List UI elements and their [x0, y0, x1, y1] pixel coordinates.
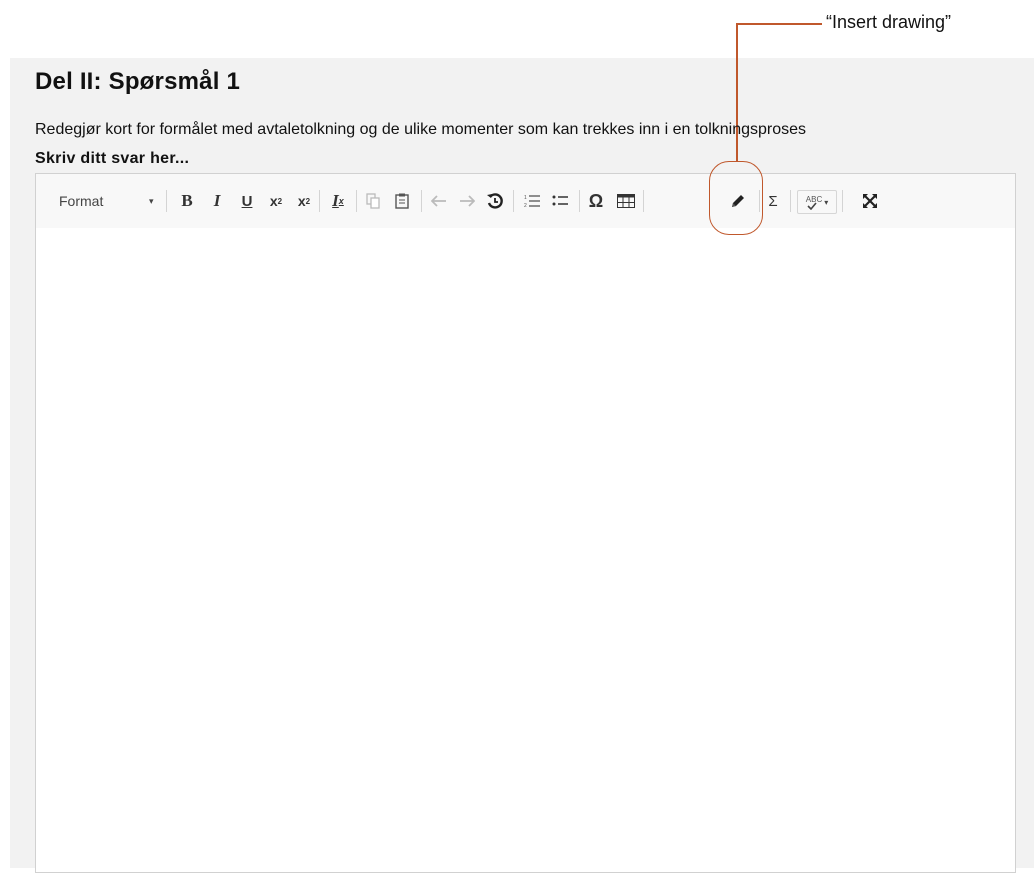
- chevron-down-icon: ▾: [824, 197, 829, 207]
- toolbar-divider: [790, 190, 791, 212]
- history-icon[interactable]: [483, 189, 507, 213]
- numbered-list-glyph: 12: [524, 195, 540, 208]
- bold-button[interactable]: B: [176, 189, 198, 213]
- undo-icon[interactable]: [428, 189, 450, 213]
- copy-icon-glyph: [366, 193, 380, 209]
- editor-content-area[interactable]: [36, 228, 1015, 872]
- editor-toolbar: Format ▾ B I U x2 x2 Ix 1 2 Ω Σ ABC ▾: [36, 174, 1015, 229]
- italic-button[interactable]: I: [206, 189, 228, 213]
- checkmark-icon: [807, 202, 817, 210]
- table-glyph: [617, 194, 635, 208]
- spellcheck-dropdown[interactable]: ABC ▾: [797, 190, 837, 214]
- numbered-list-icon[interactable]: 12: [520, 189, 544, 213]
- redo-icon[interactable]: [456, 189, 478, 213]
- sigma-button[interactable]: Σ: [763, 189, 783, 213]
- remove-format-i: I: [332, 191, 339, 210]
- subscript-button[interactable]: x2: [264, 189, 288, 213]
- bullet-list-glyph: [552, 195, 568, 206]
- annotation-label: “Insert drawing”: [826, 12, 952, 32]
- chevron-down-icon: ▾: [149, 195, 154, 206]
- superscript-button[interactable]: x2: [292, 189, 316, 213]
- toolbar-divider: [842, 190, 843, 212]
- toolbar-divider: [319, 190, 320, 212]
- toolbar-divider: [513, 190, 514, 212]
- maximize-icon[interactable]: [858, 189, 882, 213]
- svg-text:2: 2: [524, 203, 527, 208]
- annotation-line-horizontal: [736, 23, 822, 25]
- paste-icon-glyph: [395, 193, 409, 209]
- answer-label: Skriv ditt svar her...: [35, 150, 190, 167]
- toolbar-divider: [166, 190, 167, 212]
- superscript-mark: 2: [305, 196, 311, 206]
- subscript-x: x: [269, 193, 278, 209]
- annotation-highlight-circle: [709, 161, 763, 235]
- question-prompt: Redegjør kort for formålet med avtaletol…: [35, 121, 807, 138]
- underline-button[interactable]: U: [236, 189, 258, 213]
- subscript-mark: 2: [277, 196, 283, 206]
- remove-format-button[interactable]: Ix: [325, 189, 351, 213]
- redo-arrow-glyph: [460, 195, 475, 207]
- toolbar-divider: [356, 190, 357, 212]
- undo-arrow-glyph: [431, 195, 446, 207]
- superscript-x: x: [297, 193, 306, 209]
- format-label: Format: [59, 193, 104, 209]
- history-glyph: [487, 193, 503, 209]
- toolbar-divider: [579, 190, 580, 212]
- copy-icon[interactable]: [362, 189, 384, 213]
- format-dropdown[interactable]: Format ▾: [59, 189, 169, 213]
- rich-text-editor: Format ▾ B I U x2 x2 Ix 1 2 Ω Σ ABC ▾: [35, 173, 1016, 873]
- bullet-list-icon[interactable]: [548, 189, 572, 213]
- toolbar-divider: [643, 190, 644, 212]
- maximize-glyph: [863, 194, 877, 208]
- annotation-line: [736, 23, 738, 162]
- special-character-button[interactable]: Ω: [584, 189, 608, 213]
- remove-format-mark: x: [338, 196, 344, 206]
- svg-text:1: 1: [524, 195, 527, 201]
- table-icon[interactable]: [614, 189, 638, 213]
- paste-icon[interactable]: [391, 189, 413, 213]
- question-title: Del II: Spørsmål 1: [35, 68, 240, 95]
- toolbar-divider: [421, 190, 422, 212]
